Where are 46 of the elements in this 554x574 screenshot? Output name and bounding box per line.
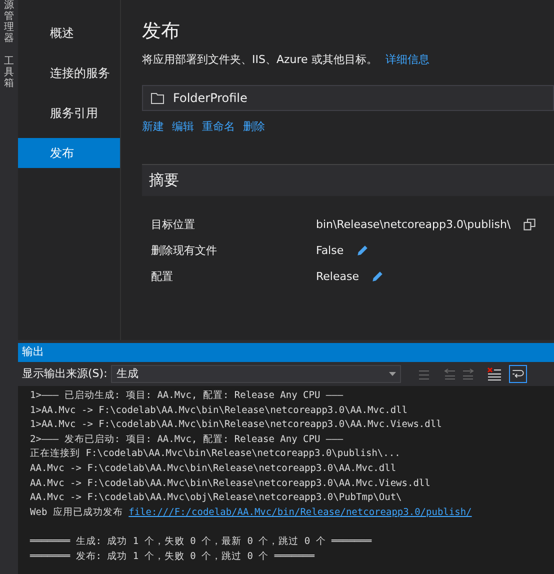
copy-icon[interactable] [522, 218, 536, 232]
dropdown-caret-icon [389, 372, 396, 376]
folder-icon [151, 92, 165, 104]
side-tab[interactable]: 工具箱 [4, 56, 14, 89]
summary-label: 删除现有文件 [151, 242, 218, 258]
description-text: 将应用部署到文件夹、IIS、Azure 或其他目标。 [142, 52, 378, 68]
summary-value: Release [316, 268, 359, 284]
pencil-icon[interactable] [370, 270, 384, 284]
clear-all-icon[interactable] [487, 367, 502, 381]
output-line: Web 应用已成功发布 [30, 506, 123, 518]
summary-title: 摘要 [149, 170, 179, 191]
word-wrap-icon[interactable] [509, 365, 528, 383]
output-line: 1>AA.Mvc -> F:\codelab\AA.Mvc\bin\Release\netcoreapp3.0\AA.Mvc.dll [30, 404, 408, 416]
nav-item[interactable]: 概述 [18, 18, 120, 48]
action-link[interactable]: 重命名 [202, 119, 235, 136]
pencil-icon[interactable] [356, 244, 369, 258]
output-line: AA.Mvc -> F:\codelab\AA.Mvc\obj\Release\netcoreapp3.0\PubTmp\Out\ [30, 492, 402, 504]
profile-selector[interactable]: FolderProfile [142, 85, 554, 112]
toolbar-icon[interactable] [461, 367, 476, 381]
source-dropdown[interactable]: 生成 [111, 365, 402, 383]
output-title: 输出 [22, 344, 44, 360]
action-link[interactable]: 新建 [142, 119, 164, 136]
output-line: 正在连接到 F:\codelab\AA.Mvc\bin\Release\netcoreapp3.0\publish\... [30, 448, 400, 460]
nav-item[interactable]: 服务引用 [18, 98, 120, 128]
output-line: ═══════ 生成: 成功 1 个，失败 0 个，最新 0 个，跳过 0 个 ═══════ [30, 536, 372, 547]
summary-label: 目标位置 [151, 216, 196, 232]
details-link[interactable]: 详细信息 [385, 52, 430, 68]
output-line: AA.Mvc -> F:\codelab\AA.Mvc\bin\Release\netcoreapp3.0\AA.Mvc.Views.dll [30, 478, 430, 489]
side-tab[interactable]: 源管理器 [4, 0, 14, 44]
action-link[interactable]: 编辑 [172, 119, 194, 136]
summary-value: bin\Release\netcoreapp3.0\publish\ [316, 216, 511, 232]
toolbar-icon[interactable] [443, 367, 458, 381]
output-line: 1>——— 已启动生成: 项目: AA.Mvc, 配置: Release Any CPU ——— [30, 390, 344, 401]
output-line: ═══════ 发布: 成功 1 个，失败 0 个，跳过 0 个 ═══════ [30, 550, 314, 562]
source-label: 显示输出来源(S): [22, 366, 108, 382]
output-line: AA.Mvc -> F:\codelab\AA.Mvc\bin\Release\netcoreapp3.0\AA.Mvc.dll [30, 462, 396, 474]
output-line: 2>——— 发布已启动: 项目: AA.Mvc, 配置: Release Any CPU ——— [30, 434, 344, 445]
nav-item[interactable]: 发布 [18, 138, 120, 168]
profile-name: FolderProfile [173, 90, 248, 108]
page-title: 发布 [142, 20, 181, 44]
nav-item[interactable]: 连接的服务 [18, 58, 120, 88]
summary-value: False [316, 242, 344, 258]
output-line: 1>AA.Mvc -> F:\codelab\AA.Mvc\bin\Release\netcoreapp3.0\AA.Mvc.Views.dll [30, 419, 442, 430]
output-link[interactable]: file:///F:/codelab/AA.Mvc/bin/Release/netcoreapp3.0/publish/ [128, 506, 472, 518]
summary-label: 配置 [151, 268, 174, 284]
action-link[interactable]: 删除 [243, 119, 265, 136]
